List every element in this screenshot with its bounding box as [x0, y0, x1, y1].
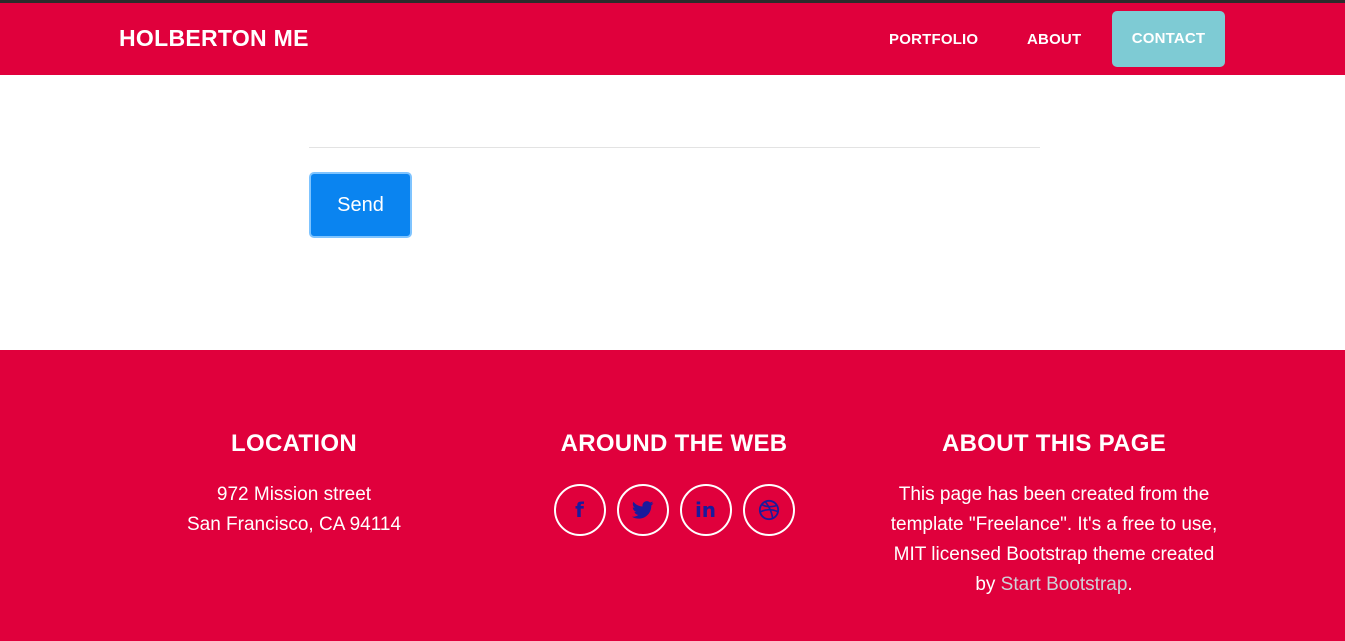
around-the-web-heading: AROUND THE WEB [560, 430, 788, 457]
nav-link-about[interactable]: ABOUT [1027, 31, 1081, 48]
twitter-glyph [631, 501, 653, 519]
linkedin-icon[interactable]: in [679, 484, 732, 536]
address-line-2: San Francisco, CA 94114 [186, 514, 402, 535]
contact-form-section: Send [0, 75, 1345, 350]
about-page-heading: ABOUT THIS PAGE [941, 430, 1167, 457]
location-address: 972 Mission street San Francisco, CA 941… [104, 480, 484, 540]
send-button[interactable]: Send [309, 172, 412, 238]
nav-link-portfolio[interactable]: PORTFOLIO [889, 31, 978, 48]
footer-location-column: LOCATION 972 Mission street San Francisc… [104, 430, 484, 540]
message-field-underline[interactable] [309, 147, 1040, 148]
facebook-icon[interactable]: f [553, 484, 606, 536]
facebook-glyph: f [575, 498, 584, 522]
footer: LOCATION 972 Mission street San Francisc… [0, 350, 1345, 641]
about-text-suffix: . [1127, 574, 1133, 595]
social-links: f in [484, 484, 864, 536]
footer-about-column: ABOUT THIS PAGE This page has been creat… [864, 430, 1244, 600]
address-line-1: 972 Mission street [216, 484, 372, 505]
start-bootstrap-link[interactable]: Start Bootstrap [1001, 574, 1128, 595]
footer-web-column: AROUND THE WEB f in [484, 430, 864, 536]
about-page-text: This page has been created from the temp… [864, 480, 1244, 600]
dribbble-glyph [758, 499, 779, 521]
dribbble-icon[interactable] [742, 484, 795, 536]
linkedin-glyph: in [694, 498, 717, 522]
twitter-icon[interactable] [616, 484, 669, 536]
brand-logo[interactable]: HOLBERTON ME [119, 25, 309, 52]
top-navbar: HOLBERTON ME PORTFOLIO ABOUT CONTACT [0, 3, 1345, 75]
location-heading: LOCATION [231, 430, 357, 457]
nav-link-contact[interactable]: CONTACT [1112, 11, 1225, 67]
